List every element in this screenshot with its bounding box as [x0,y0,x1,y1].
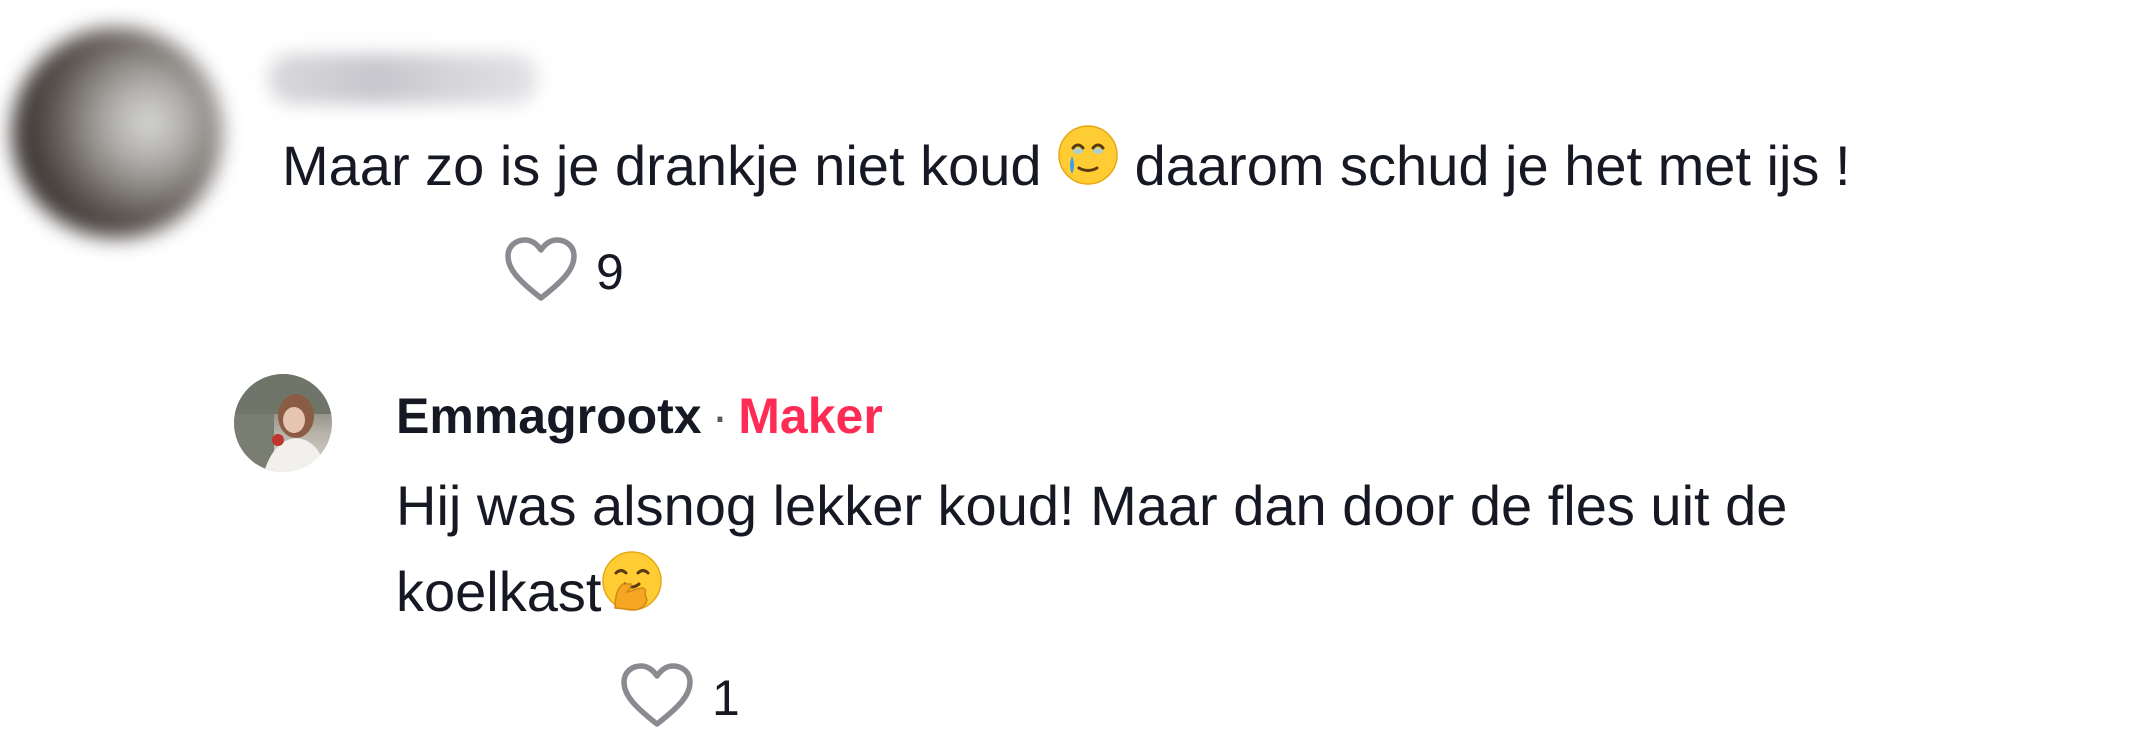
comment-text: Maar zo is je drankje niet koud daarom s… [282,124,1851,213]
reply-avatar[interactable] [234,374,332,472]
avatar-photo-icon [234,374,332,472]
heart-icon[interactable] [504,236,578,307]
heart-icon[interactable] [620,662,694,733]
maker-badge: Maker [738,388,883,444]
commenter-username-blurred[interactable] [268,54,538,104]
commenter-avatar[interactable] [12,28,222,238]
reply-like[interactable]: 1 [620,662,740,733]
comment-like[interactable]: 9 [504,236,624,307]
reply-header: Emmagrootx · Maker [396,386,883,446]
reply-text-line-2: koelkast [396,550,663,639]
comment-like-count: 9 [596,243,624,300]
face-with-hand-over-mouth-icon [601,550,663,635]
reply-text-line-1: Hij was alsnog lekker koud! Maar dan doo… [396,474,1788,537]
comment-text-part-1: Maar zo is je drankje niet koud [282,134,1058,197]
reply-like-count: 1 [712,669,740,726]
comment-text-part-2: daarom schud je het met ijs ! [1119,134,1851,197]
reply-text-word: koelkast [396,560,602,623]
reply-separator: · [711,388,729,444]
face-holding-back-tears-icon [1057,124,1119,209]
reply-username[interactable]: Emmagrootx [396,388,702,444]
